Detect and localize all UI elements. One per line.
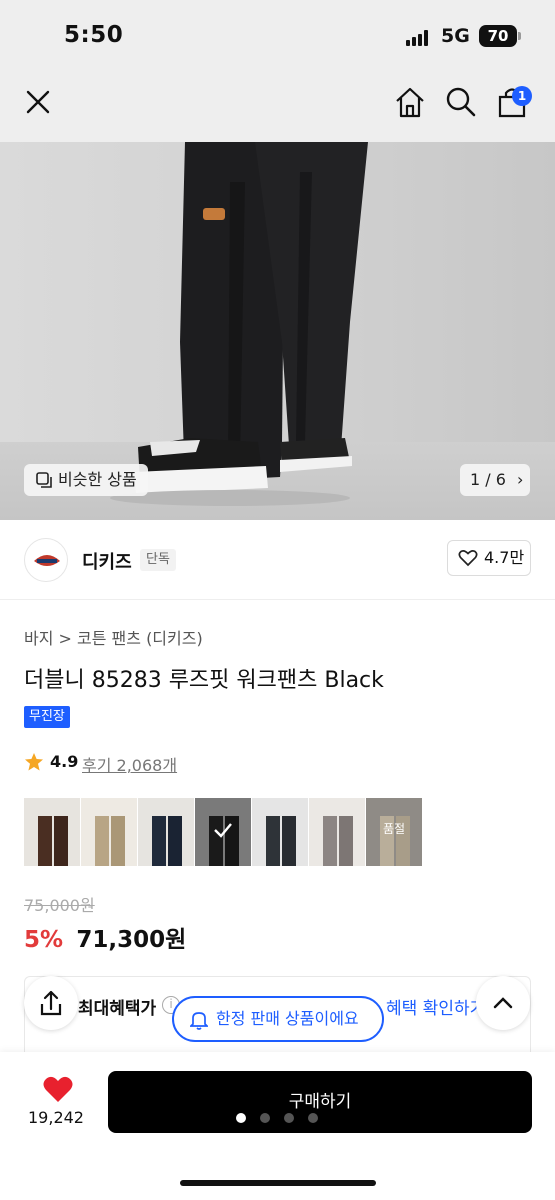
swatch-soldout[interactable]: 품절 bbox=[366, 798, 422, 866]
dickies-logo-icon bbox=[34, 555, 60, 566]
star-icon bbox=[25, 753, 43, 771]
store-badge: 무진장 bbox=[24, 706, 70, 728]
color-swatches: 품절 bbox=[24, 798, 422, 866]
image-pager[interactable]: 1 / 6 › bbox=[460, 464, 530, 496]
bell-icon bbox=[190, 1012, 208, 1030]
buy-label: 구매하기 bbox=[288, 1092, 352, 1112]
sale-price: 71,300원 bbox=[76, 927, 187, 953]
chevron-up-icon bbox=[493, 997, 513, 1009]
brand-like-count: 4.7만 bbox=[484, 548, 525, 567]
soldout-label: 품절 bbox=[382, 822, 406, 836]
status-time: 5:50 bbox=[64, 22, 124, 48]
search-icon[interactable] bbox=[443, 84, 479, 120]
similar-icon bbox=[36, 472, 52, 488]
product-hero: 5:50 5G 70 1 비슷한 상품 1 / 6 › bbox=[0, 0, 555, 520]
exclusive-tag: 단독 bbox=[140, 549, 176, 571]
swatch-gray[interactable] bbox=[309, 798, 365, 866]
benefit-check-link[interactable]: 혜택 확인하기 bbox=[386, 994, 482, 1019]
chevron-right-icon: › bbox=[517, 470, 524, 489]
buy-button[interactable]: 구매하기 bbox=[108, 1071, 532, 1133]
heart-filled-icon[interactable] bbox=[42, 1074, 74, 1104]
similar-label: 비슷한 상품 bbox=[58, 470, 137, 489]
breadcrumb[interactable]: 바지 > 코튼 팬츠 (디키즈) bbox=[24, 625, 203, 649]
home-indicator bbox=[180, 1180, 376, 1186]
close-icon[interactable] bbox=[20, 84, 56, 120]
price-row: 5% 71,300원 bbox=[24, 920, 186, 954]
scroll-top-button[interactable] bbox=[476, 976, 530, 1030]
brand-name[interactable]: 디키즈 bbox=[82, 548, 132, 574]
swatch-charcoal[interactable] bbox=[252, 798, 308, 866]
share-icon bbox=[40, 990, 62, 1016]
status-bar: 5:50 5G 70 bbox=[0, 0, 555, 76]
checkmark-icon bbox=[214, 823, 232, 838]
benefit-label: 최대혜택가 bbox=[78, 999, 157, 1019]
product-title: 더블니 85283 루즈핏 워크팬츠 Black bbox=[24, 668, 384, 693]
original-price: 75,000원 bbox=[24, 896, 95, 915]
pager-text: 1 / 6 bbox=[470, 470, 506, 489]
limited-notice-text: 한정 판매 상품이에요 bbox=[216, 1009, 359, 1028]
heart-outline-icon bbox=[458, 549, 478, 567]
brand-logo[interactable] bbox=[24, 538, 68, 582]
review-link[interactable]: 후기 2,068개 bbox=[82, 752, 177, 776]
product-like-count: 19,242 bbox=[28, 1108, 84, 1127]
similar-products-button[interactable]: 비슷한 상품 bbox=[24, 464, 148, 496]
signal-icon bbox=[406, 30, 432, 46]
swatch-navy[interactable] bbox=[138, 798, 194, 866]
discount-rate: 5% bbox=[24, 927, 64, 953]
network-label: 5G bbox=[441, 25, 470, 47]
brand-like-button[interactable]: 4.7만 bbox=[447, 540, 531, 576]
swatch-black-selected[interactable] bbox=[195, 798, 251, 866]
share-button[interactable] bbox=[24, 976, 78, 1030]
home-icon[interactable] bbox=[392, 84, 428, 120]
battery-icon: 70 bbox=[479, 25, 521, 47]
brand-row: 디키즈 단독 4.7만 bbox=[0, 520, 555, 600]
swatch-khaki[interactable] bbox=[81, 798, 137, 866]
cart-count-badge: 1 bbox=[512, 86, 532, 106]
rating-score: 4.9 bbox=[50, 752, 79, 771]
limited-sale-notice[interactable]: 한정 판매 상품이에요 bbox=[172, 996, 384, 1042]
swatch-brown[interactable] bbox=[24, 798, 80, 866]
